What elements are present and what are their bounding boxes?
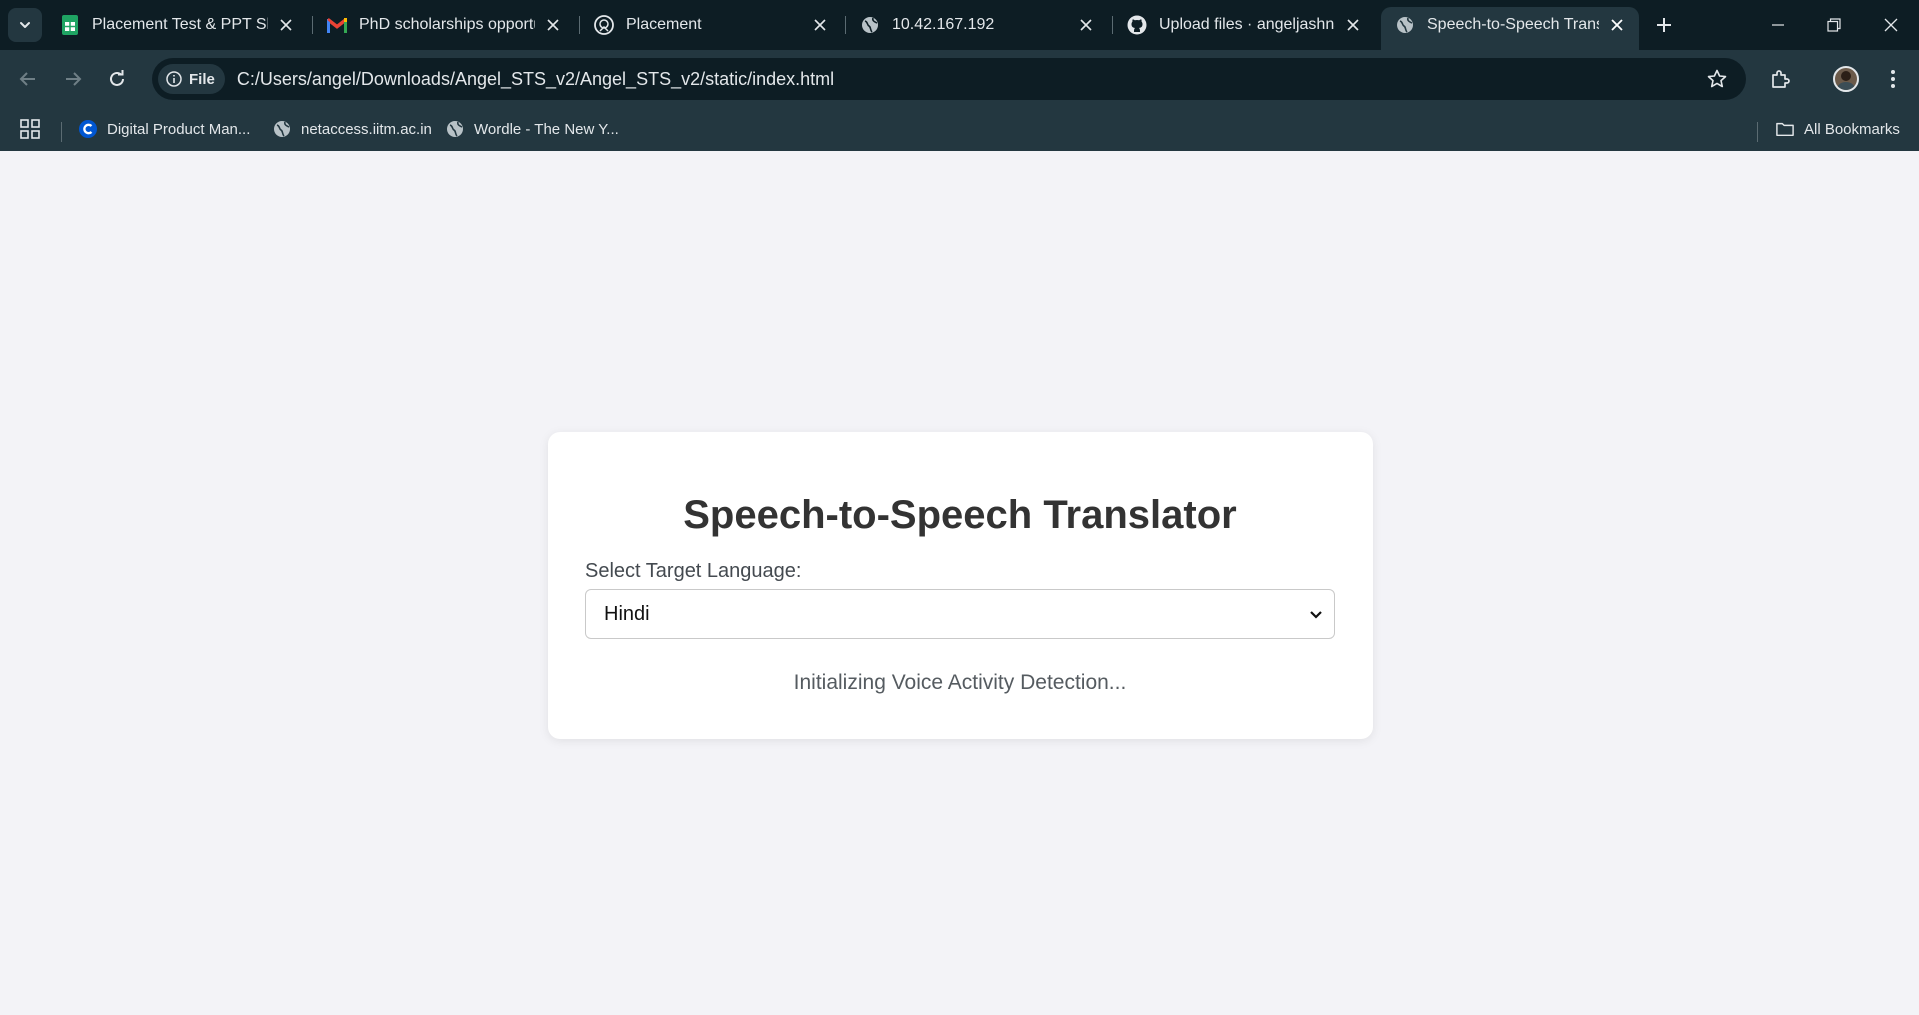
browser-toolbar: File C:/Users/angel/Downloads/Angel_STS_… [0,50,1919,108]
bookmark-label: Wordle - The New Y... [474,120,619,138]
tab-phd-scholarships[interactable]: PhD scholarships opportun [313,7,575,43]
menu-button[interactable] [1875,61,1911,97]
close-icon[interactable] [810,15,830,35]
tab-label: Speech-to-Speech Translat [1427,16,1599,33]
bookmark-label: Digital Product Man... [107,120,251,138]
profile-button[interactable] [1828,61,1864,97]
plus-icon [1657,18,1671,32]
tab-label: 10.42.167.192 [892,16,995,33]
globe-icon [1395,15,1415,35]
globe-icon [446,120,464,138]
status-text: Initializing Voice Activity Detection... [793,671,1127,694]
bookmarks-separator [1757,122,1758,142]
gmail-icon [327,15,347,35]
tab-search-button[interactable] [8,8,42,42]
language-label: Select Target Language: [585,560,802,582]
window-close-button[interactable] [1863,0,1919,50]
c-logo-icon [79,120,97,138]
minimize-button[interactable] [1750,0,1806,50]
site-info-label: File [189,70,215,88]
tab-label: Upload files · angeljashnan [1159,16,1335,33]
forward-button[interactable] [55,61,91,97]
tab-label: PhD scholarships opportun [359,16,535,33]
reload-button[interactable] [99,61,135,97]
close-icon [1884,18,1898,32]
chevron-down-icon [20,22,30,28]
restore-icon [1827,18,1841,32]
address-bar[interactable]: File C:/Users/angel/Downloads/Angel_STS_… [152,58,1746,100]
tab-placement[interactable]: Placement [580,7,842,43]
avatar [1833,66,1859,92]
close-icon[interactable] [1076,15,1096,35]
arrow-left-icon [19,72,35,86]
url-text[interactable]: C:/Users/angel/Downloads/Angel_STS_v2/An… [237,69,834,90]
new-tab-button[interactable] [1648,9,1680,41]
tab-github-upload[interactable]: Upload files · angeljashnan [1113,7,1375,43]
bookmarks-separator [61,122,62,142]
translator-card: Speech-to-Speech Translator Select Targe… [548,432,1373,739]
bookmark-wordle[interactable]: Wordle - The New Y... [446,116,619,142]
chevron-down-icon [1308,607,1324,623]
restore-button[interactable] [1806,0,1862,50]
bookmark-label: netaccess.iitm.ac.in [301,120,432,138]
google-sheets-icon [60,15,80,35]
all-bookmarks-button[interactable]: All Bookmarks [1776,116,1900,142]
tab-label: Placement [626,16,702,33]
close-icon[interactable] [1607,15,1627,35]
back-button[interactable] [10,61,46,97]
folder-icon [1776,120,1794,138]
language-selected-value: Hindi [604,602,650,625]
github-icon [1127,15,1147,35]
tab-strip: Placement Test & PPT Slot PhD scholarshi… [0,0,1919,50]
tab-speech-translator[interactable]: Speech-to-Speech Translat [1381,7,1639,50]
star-icon [1707,69,1727,88]
arrow-right-icon [66,72,82,86]
close-icon[interactable] [276,15,296,35]
all-bookmarks-label: All Bookmarks [1804,120,1900,138]
bookmark-netaccess[interactable]: netaccess.iitm.ac.in [273,116,432,142]
page-viewport: Speech-to-Speech Translator Select Targe… [0,151,1919,1015]
globe-icon [860,15,880,35]
site-info-chip[interactable]: File [158,64,225,94]
tab-ip-address[interactable]: 10.42.167.192 [846,7,1108,43]
extensions-button[interactable] [1763,61,1799,97]
apps-button[interactable] [20,116,40,142]
puzzle-icon [1772,70,1790,88]
globe-icon [273,120,291,138]
minimize-icon [1772,24,1784,26]
language-select[interactable]: Hindi [585,589,1335,639]
apps-grid-icon [20,119,40,139]
close-icon[interactable] [1343,15,1363,35]
placement-site-icon [594,15,614,35]
tab-placement-test[interactable]: Placement Test & PPT Slot [46,7,308,43]
more-vertical-icon [1891,70,1895,88]
close-icon[interactable] [543,15,563,35]
tab-label: Placement Test & PPT Slot [92,16,268,33]
info-icon [166,71,182,87]
reload-icon [110,70,124,86]
bookmarks-bar: Digital Product Man... netaccess.iitm.ac… [0,108,1919,151]
page-title: Speech-to-Speech Translator [683,493,1237,537]
bookmark-digital-product[interactable]: Digital Product Man... [79,116,250,142]
bookmark-star-button[interactable] [1706,68,1728,90]
